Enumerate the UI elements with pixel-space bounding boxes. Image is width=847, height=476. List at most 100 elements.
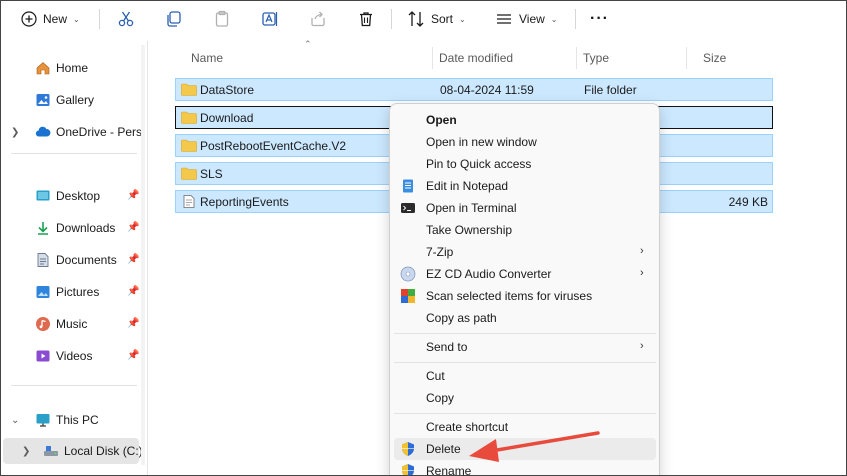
sort-button[interactable]: Sort ⌄ bbox=[407, 5, 466, 33]
pane-divider[interactable] bbox=[147, 41, 148, 475]
column-header-size[interactable]: Size bbox=[687, 45, 775, 71]
menu-item-open-new-window[interactable]: Open in new window bbox=[394, 131, 656, 153]
chevron-right-icon: › bbox=[640, 340, 644, 352]
chevron-right-icon[interactable]: ❯ bbox=[11, 127, 21, 138]
file-date-modified: 08-04-2024 11:59 bbox=[440, 83, 534, 97]
folder-icon bbox=[181, 111, 197, 124]
toolbar-divider bbox=[391, 9, 392, 29]
menu-item-cut[interactable]: Cut bbox=[394, 365, 656, 387]
menu-item-label: EZ CD Audio Converter bbox=[426, 267, 552, 281]
new-button[interactable]: New ⌄ bbox=[21, 5, 80, 33]
menu-item-send-to[interactable]: Send to › bbox=[394, 336, 656, 358]
delete-button[interactable] bbox=[357, 5, 375, 33]
sidebar-item-local-disk[interactable]: ❯ Local Disk (C:) bbox=[3, 438, 143, 464]
sidebar-item-label: This PC bbox=[56, 413, 99, 427]
view-label: View bbox=[519, 12, 545, 26]
sidebar-item-music[interactable]: Music 📌 bbox=[1, 311, 143, 337]
copy-button[interactable] bbox=[165, 5, 183, 33]
clipboard-icon bbox=[215, 10, 229, 27]
menu-item-label: Rename bbox=[426, 464, 472, 476]
rename-button[interactable] bbox=[261, 5, 279, 33]
pin-icon: 📌 bbox=[127, 254, 140, 265]
pin-icon: 📌 bbox=[127, 318, 140, 329]
sort-icon bbox=[408, 11, 424, 27]
music-icon bbox=[36, 317, 50, 331]
menu-item-ez-cd-audio[interactable]: EZ CD Audio Converter › bbox=[394, 263, 656, 285]
videos-icon bbox=[36, 350, 50, 362]
menu-item-7zip[interactable]: 7-Zip › bbox=[394, 241, 656, 263]
menu-item-label: Delete bbox=[426, 442, 461, 456]
see-more-button[interactable]: ··· bbox=[590, 5, 609, 33]
gallery-icon bbox=[36, 94, 50, 106]
cut-button[interactable] bbox=[117, 5, 135, 33]
column-header-date-modified[interactable]: Date modified bbox=[423, 45, 567, 71]
chevron-right-icon[interactable]: ❯ bbox=[22, 446, 32, 457]
menu-item-copy[interactable]: Copy bbox=[394, 387, 656, 409]
rename-icon bbox=[262, 12, 278, 26]
sidebar-item-desktop[interactable]: Desktop 📌 bbox=[1, 183, 143, 209]
sidebar-item-label: Local Disk (C:) bbox=[64, 444, 143, 458]
folder-icon bbox=[181, 139, 197, 152]
log-file-icon bbox=[183, 195, 195, 208]
menu-item-scan-viruses[interactable]: Scan selected items for viruses bbox=[394, 285, 656, 307]
menu-item-copy-as-path[interactable]: Copy as path bbox=[394, 307, 656, 329]
file-name: DataStore bbox=[200, 83, 255, 97]
context-menu: Open Open in new window Pin to Quick acc… bbox=[389, 103, 660, 476]
share-button[interactable] bbox=[309, 5, 327, 33]
sidebar-item-this-pc[interactable]: ⌄ This PC bbox=[1, 407, 143, 433]
sidebar-item-label: Gallery bbox=[56, 93, 95, 107]
chevron-down-icon: ⌄ bbox=[550, 14, 558, 24]
sidebar-item-label: Home bbox=[56, 61, 89, 75]
menu-item-rename[interactable]: Rename bbox=[394, 460, 656, 476]
command-bar: New ⌄ Sort ⌄ View ⌄ ··· bbox=[1, 1, 846, 37]
menu-item-delete[interactable]: Delete bbox=[394, 438, 656, 460]
sidebar-item-gallery[interactable]: Gallery bbox=[1, 87, 143, 113]
menu-item-label: Scan selected items for viruses bbox=[426, 289, 593, 303]
chevron-down-icon: ⌄ bbox=[73, 14, 80, 24]
file-name: PostRebootEventCache.V2 bbox=[200, 139, 347, 153]
column-header-label: Name bbox=[191, 51, 224, 65]
sidebar-item-onedrive[interactable]: ❯ OneDrive - Personal bbox=[1, 119, 143, 145]
menu-item-open[interactable]: Open bbox=[394, 109, 656, 131]
column-header-type[interactable]: Type bbox=[567, 45, 687, 71]
toolbar-divider bbox=[575, 9, 576, 29]
paste-button[interactable] bbox=[213, 5, 231, 33]
share-icon bbox=[311, 11, 325, 27]
menu-separator bbox=[394, 333, 656, 334]
notepad-icon bbox=[403, 179, 413, 193]
column-header-name[interactable]: Name bbox=[175, 45, 433, 71]
menu-item-label: Copy bbox=[426, 391, 455, 405]
menu-item-create-shortcut[interactable]: Create shortcut bbox=[394, 416, 656, 438]
menu-item-pin-quick-access[interactable]: Pin to Quick access bbox=[394, 153, 656, 175]
column-header-bar: Name Date modified Type Size bbox=[175, 45, 775, 71]
file-name: Download bbox=[200, 111, 254, 125]
view-button[interactable]: View ⌄ bbox=[495, 5, 558, 33]
table-row[interactable]: DataStore 08-04-2024 11:59 File folder bbox=[175, 78, 773, 101]
more-dots-icon: ··· bbox=[590, 10, 609, 27]
pin-icon: 📌 bbox=[127, 350, 140, 361]
sidebar-item-home[interactable]: Home bbox=[1, 55, 143, 81]
menu-item-edit-notepad[interactable]: Edit in Notepad bbox=[394, 175, 656, 197]
menu-item-label: Copy as path bbox=[426, 311, 497, 325]
sidebar-scrollbar[interactable] bbox=[141, 45, 145, 465]
sidebar-item-pictures[interactable]: Pictures 📌 bbox=[1, 279, 143, 305]
toolbar-divider bbox=[99, 9, 100, 29]
sidebar-divider bbox=[11, 385, 137, 386]
chevron-down-icon[interactable]: ⌄ bbox=[11, 415, 21, 426]
column-header-label: Type bbox=[583, 51, 610, 65]
menu-item-label: Edit in Notepad bbox=[426, 179, 509, 193]
view-list-icon bbox=[497, 14, 511, 24]
menu-item-open-terminal[interactable]: Open in Terminal bbox=[394, 197, 656, 219]
antivirus-icon bbox=[401, 289, 415, 303]
pin-icon: 📌 bbox=[127, 222, 140, 233]
menu-item-label: Pin to Quick access bbox=[426, 157, 532, 171]
sort-label: Sort bbox=[431, 12, 454, 26]
menu-item-label: Create shortcut bbox=[426, 420, 509, 434]
sidebar-item-downloads[interactable]: Downloads 📌 bbox=[1, 215, 143, 241]
shield-icon bbox=[402, 464, 414, 475]
pin-icon: 📌 bbox=[127, 286, 140, 297]
sidebar-item-label: Videos bbox=[56, 349, 93, 363]
menu-item-take-ownership[interactable]: Take Ownership bbox=[394, 219, 656, 241]
sidebar-item-documents[interactable]: Documents 📌 bbox=[1, 247, 143, 273]
sidebar-item-videos[interactable]: Videos 📌 bbox=[1, 343, 143, 369]
